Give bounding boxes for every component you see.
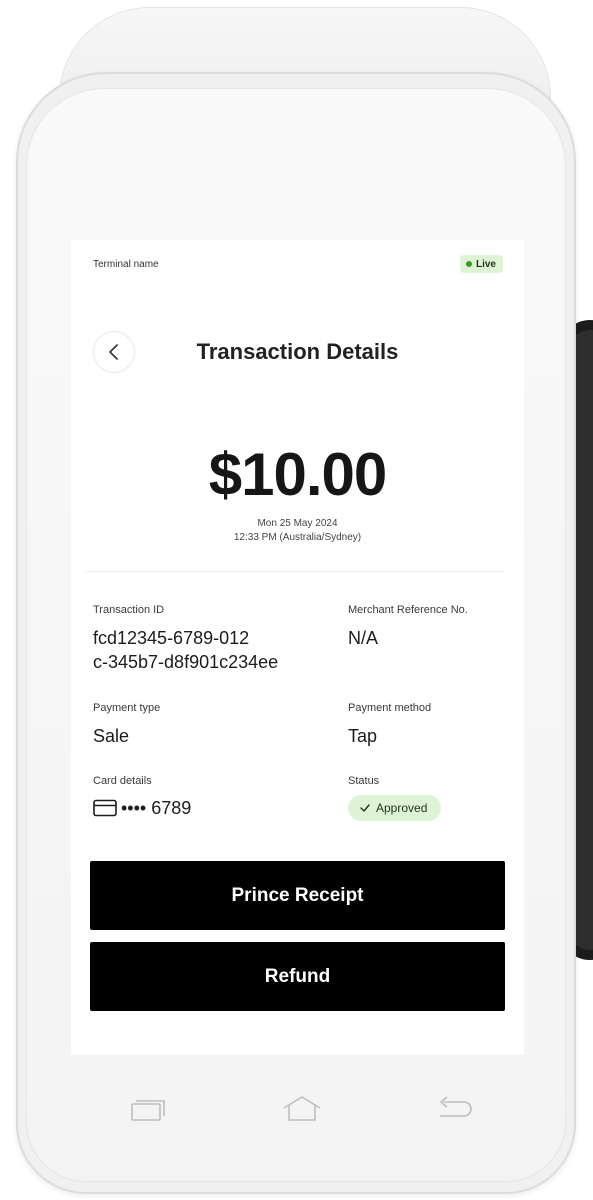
check-icon <box>360 804 370 812</box>
transaction-time: 12:33 PM (Australia/Sydney) <box>233 532 362 543</box>
payment-type-value: Sale <box>93 726 130 746</box>
back-arrow-icon[interactable] <box>434 1094 474 1124</box>
home-icon[interactable] <box>282 1094 322 1124</box>
card-details-label: Card details <box>93 775 152 787</box>
card-details-value: •••• 6789 <box>121 798 192 818</box>
payment-method-label: Payment method <box>348 702 432 714</box>
merchant-reference-label: Merchant Reference No. <box>348 604 468 616</box>
transaction-id-line1: fcd12345-6789-012 <box>93 628 250 648</box>
merchant-reference-value: N/A <box>348 628 379 648</box>
chevron-left-icon <box>109 344 118 360</box>
terminal-screen: Terminal name Live Transaction Details $… <box>71 240 524 1055</box>
print-receipt-button[interactable]: Prince Receipt <box>90 861 505 930</box>
terminal-name: Terminal name <box>93 259 159 270</box>
transaction-id-line2: c-345b7-d8f901c234ee <box>93 652 279 672</box>
payment-method-value: Tap <box>348 726 378 746</box>
status-label: Status <box>348 775 380 787</box>
credit-card-icon <box>93 799 117 817</box>
live-status-badge: Live <box>459 255 503 273</box>
transaction-amount: $10.00 <box>208 441 388 508</box>
page-title: Transaction Details <box>196 339 399 364</box>
status-badge: Approved <box>348 795 442 821</box>
live-dot-icon <box>465 261 472 267</box>
status-value: Approved <box>376 801 428 815</box>
refund-button[interactable]: Refund <box>90 942 505 1011</box>
recent-apps-icon[interactable] <box>128 1096 168 1126</box>
live-badge-label: Live <box>475 258 496 270</box>
back-button[interactable] <box>93 331 135 373</box>
transaction-date: Mon 25 May 2024 <box>257 518 338 529</box>
payment-type-label: Payment type <box>93 702 161 714</box>
transaction-id-label: Transaction ID <box>93 604 165 616</box>
divider <box>85 571 505 572</box>
